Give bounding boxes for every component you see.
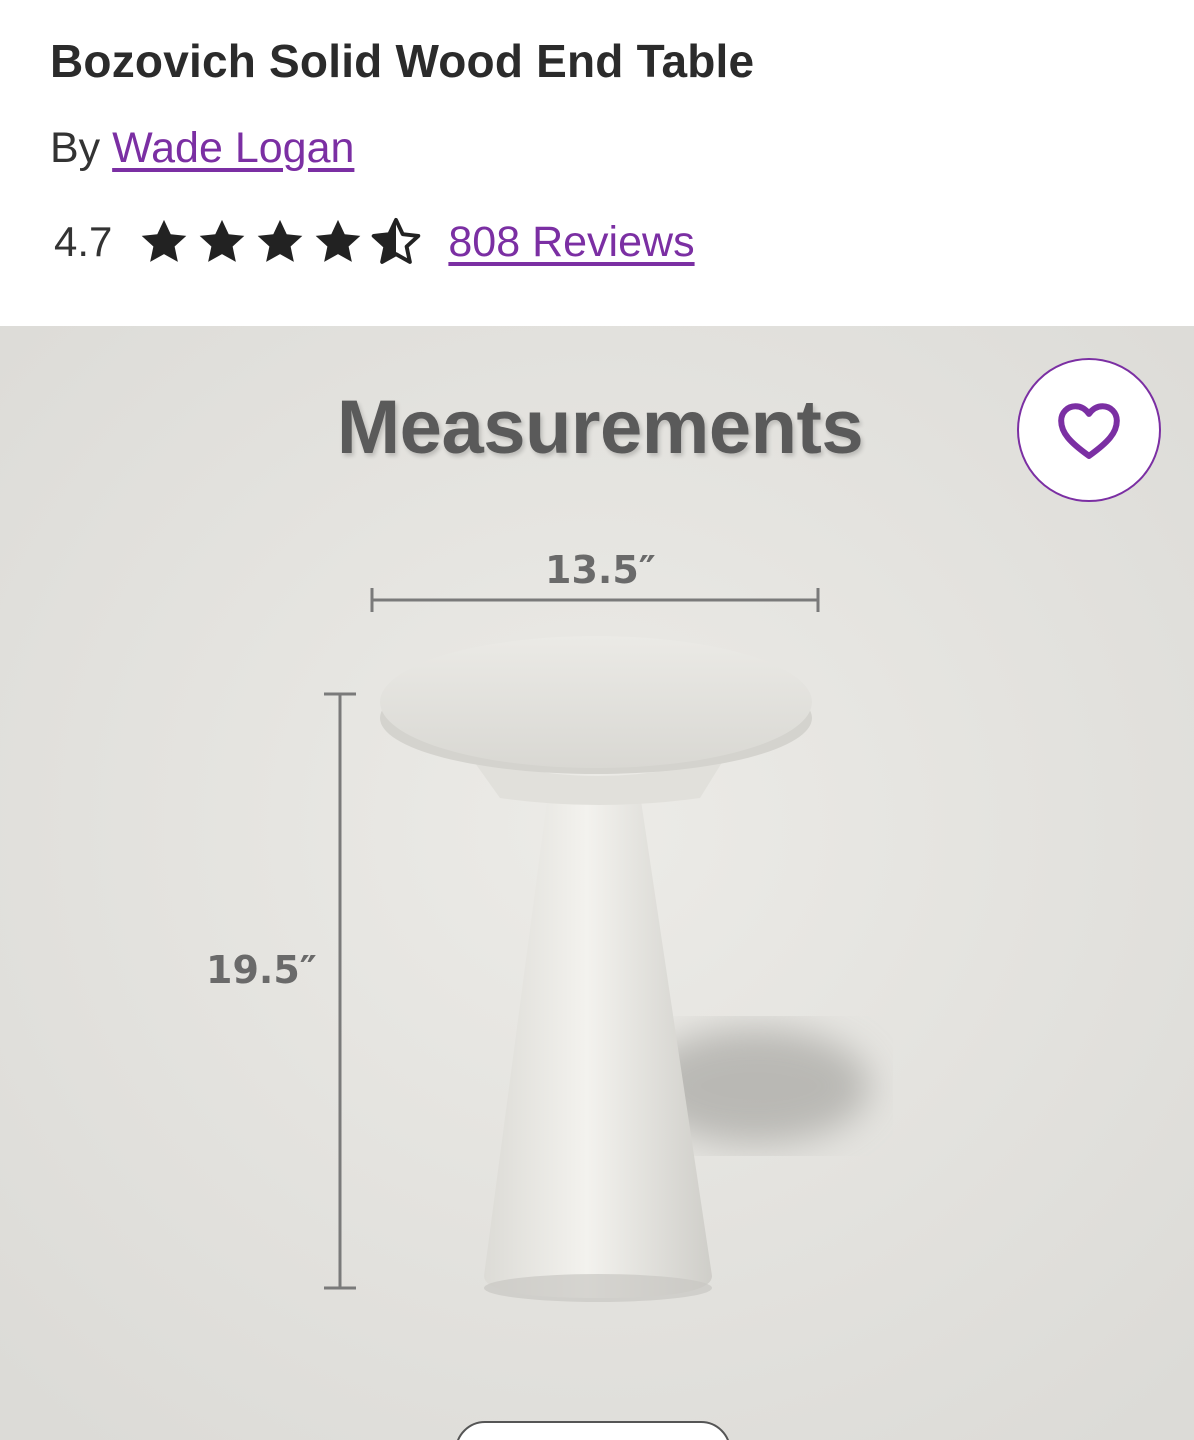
star-icon (200, 219, 245, 262)
height-label: 19.5″ (206, 948, 317, 992)
rating-row: 4.7 808 Reviews (54, 212, 695, 272)
star-half-icon (372, 217, 421, 264)
reviews-link[interactable]: 808 Reviews (448, 218, 694, 267)
table-illustration (0, 326, 1194, 1440)
favorite-button[interactable] (1017, 358, 1161, 502)
image-heading: Measurements (336, 385, 864, 470)
star-icon (142, 219, 187, 262)
star-rating (138, 216, 422, 268)
brand-byline: By Wade Logan (50, 124, 354, 173)
rating-value: 4.7 (54, 218, 113, 265)
width-label: 13.5″ (545, 548, 656, 592)
byline-prefix: By (50, 124, 101, 172)
product-title: Bozovich Solid Wood End Table (50, 35, 755, 87)
heart-outline-icon (1058, 403, 1120, 459)
brand-link[interactable]: Wade Logan (112, 124, 354, 172)
star-icon (258, 219, 303, 262)
product-image[interactable]: Measurements 13.5″ 19.5″ (0, 326, 1194, 1440)
view-control-pill[interactable] (455, 1421, 731, 1440)
star-icon (316, 219, 361, 262)
